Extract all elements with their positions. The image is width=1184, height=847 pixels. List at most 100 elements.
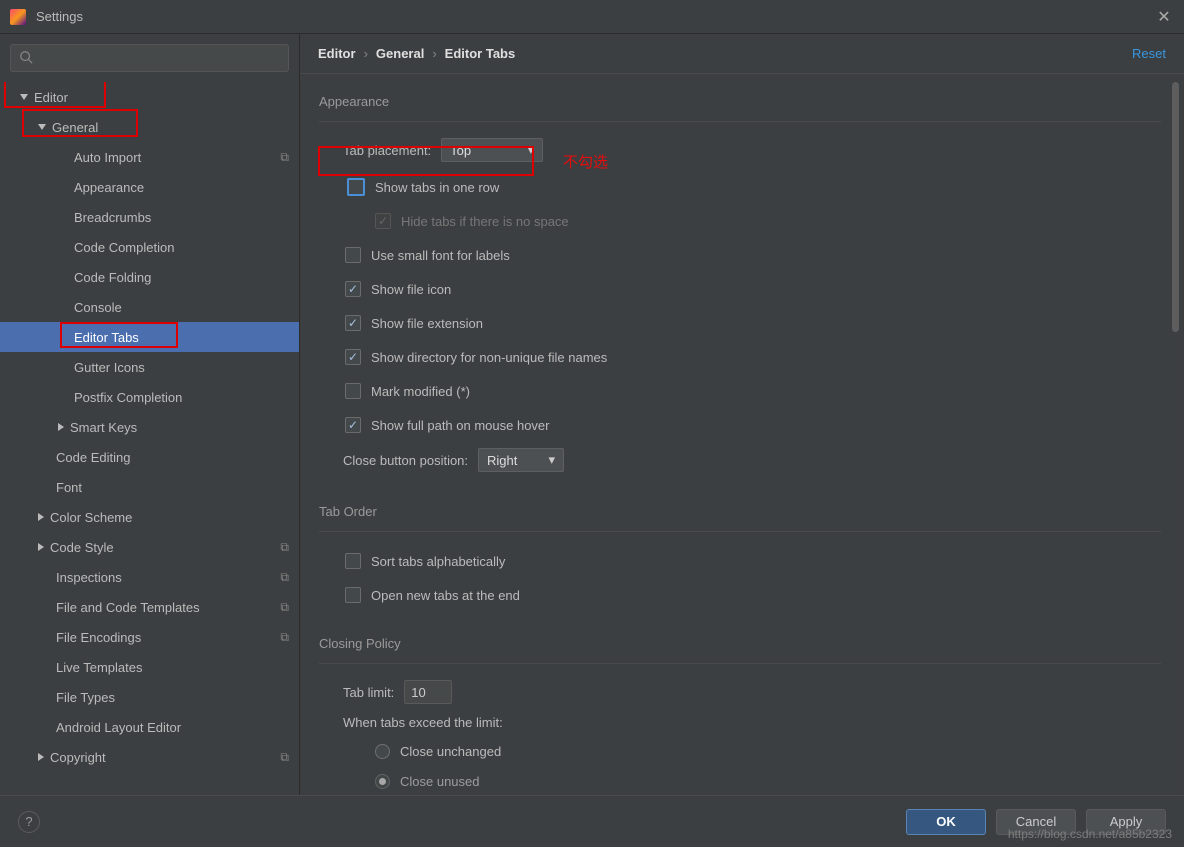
tree-item-code-folding[interactable]: Code Folding xyxy=(0,262,299,292)
settings-scroll: Appearance Tab placement: Top ▾ 不勾选 Show… xyxy=(300,74,1184,795)
tree-item-copyright[interactable]: Copyright ⧉ xyxy=(0,742,299,772)
ok-button[interactable]: OK xyxy=(906,809,986,835)
breadcrumb-separator: › xyxy=(432,46,436,61)
tree-item-file-encodings[interactable]: File Encodings ⧉ xyxy=(0,622,299,652)
search-field[interactable] xyxy=(39,51,280,66)
tree-item-postfix-completion[interactable]: Postfix Completion xyxy=(0,382,299,412)
tab-placement-select[interactable]: Top ▾ xyxy=(441,138,543,162)
close-button-position-select[interactable]: Right ▾ xyxy=(478,448,564,472)
checkbox-mark-modified[interactable] xyxy=(345,383,361,399)
tree-label: Postfix Completion xyxy=(74,390,289,405)
tree-item-file-and-code-templates[interactable]: File and Code Templates ⧉ xyxy=(0,592,299,622)
label-show-tabs-one-row: Show tabs in one row xyxy=(375,180,499,195)
copy-icon: ⧉ xyxy=(280,630,289,645)
tree-item-color-scheme[interactable]: Color Scheme xyxy=(0,502,299,532)
copy-icon: ⧉ xyxy=(280,750,289,765)
section-appearance: Appearance xyxy=(319,94,1161,109)
tree-item-smart-keys[interactable]: Smart Keys xyxy=(0,412,299,442)
tree-item-code-editing[interactable]: Code Editing xyxy=(0,442,299,472)
chevron-down-icon xyxy=(38,124,46,130)
search-input[interactable] xyxy=(10,44,289,72)
copy-icon: ⧉ xyxy=(280,600,289,615)
label-hide-tabs-no-space: Hide tabs if there is no space xyxy=(401,214,569,229)
tree-label: General xyxy=(52,120,289,135)
tab-limit-input[interactable] xyxy=(404,680,452,704)
chevron-down-icon: ▾ xyxy=(549,452,556,468)
chevron-right-icon xyxy=(38,753,44,761)
help-button[interactable]: ? xyxy=(18,811,40,833)
tree-label: Font xyxy=(56,480,289,495)
tree-label: Android Layout Editor xyxy=(56,720,289,735)
tree-label: Auto Import xyxy=(74,150,280,165)
tree-label: Editor xyxy=(34,90,289,105)
checkbox-hide-tabs-no-space xyxy=(375,213,391,229)
label-use-small-font: Use small font for labels xyxy=(371,248,510,263)
breadcrumb: Editor › General › Editor Tabs Reset xyxy=(300,34,1184,74)
divider xyxy=(319,121,1161,122)
checkbox-use-small-font[interactable] xyxy=(345,247,361,263)
tab-limit-label: Tab limit: xyxy=(343,685,394,700)
chevron-down-icon xyxy=(20,94,28,100)
tree-item-console[interactable]: Console xyxy=(0,292,299,322)
tabs-exceed-label: When tabs exceed the limit: xyxy=(343,715,503,730)
tree-item-code-completion[interactable]: Code Completion xyxy=(0,232,299,262)
copy-icon: ⧉ xyxy=(280,540,289,555)
checkbox-show-full-path-hover[interactable] xyxy=(345,417,361,433)
tree-label: Live Templates xyxy=(56,660,289,675)
tree-item-editor-tabs[interactable]: Editor Tabs xyxy=(0,322,299,352)
copy-icon: ⧉ xyxy=(280,150,289,165)
close-icon[interactable]: ✕ xyxy=(1154,7,1174,27)
chevron-down-icon: ▾ xyxy=(528,142,535,158)
checkbox-show-dir-nonunique[interactable] xyxy=(345,349,361,365)
tree-item-auto-import[interactable]: Auto Import ⧉ xyxy=(0,142,299,172)
settings-tree: Editor General Auto Import ⧉ Appearance … xyxy=(0,82,299,795)
tree-label: Code Completion xyxy=(74,240,289,255)
tree-label: Code Style xyxy=(50,540,280,555)
tree-item-live-templates[interactable]: Live Templates xyxy=(0,652,299,682)
breadcrumb-editor-tabs: Editor Tabs xyxy=(445,46,516,61)
close-button-position-value: Right xyxy=(487,453,517,468)
tree-label: Gutter Icons xyxy=(74,360,289,375)
tree-item-breadcrumbs[interactable]: Breadcrumbs xyxy=(0,202,299,232)
checkbox-open-new-end[interactable] xyxy=(345,587,361,603)
close-button-position-label: Close button position: xyxy=(343,453,468,468)
tree-item-gutter-icons[interactable]: Gutter Icons xyxy=(0,352,299,382)
app-icon xyxy=(10,9,26,25)
label-show-dir-nonunique: Show directory for non-unique file names xyxy=(371,350,607,365)
section-closing-policy: Closing Policy xyxy=(319,636,1161,651)
label-show-full-path-hover: Show full path on mouse hover xyxy=(371,418,550,433)
tree-item-appearance[interactable]: Appearance xyxy=(0,172,299,202)
radio-close-unused[interactable] xyxy=(375,774,390,789)
tree-label: File Encodings xyxy=(56,630,280,645)
tree-label: Breadcrumbs xyxy=(74,210,289,225)
annotation-text-dont-check: 不勾选 xyxy=(563,151,608,172)
tree-item-inspections[interactable]: Inspections ⧉ xyxy=(0,562,299,592)
checkbox-show-tabs-one-row[interactable] xyxy=(347,178,365,196)
tree-item-editor[interactable]: Editor xyxy=(0,82,299,112)
tree-item-code-style[interactable]: Code Style ⧉ xyxy=(0,532,299,562)
tree-item-file-types[interactable]: File Types xyxy=(0,682,299,712)
tree-label: Appearance xyxy=(74,180,289,195)
tree-label: File Types xyxy=(56,690,289,705)
tree-item-general[interactable]: General xyxy=(0,112,299,142)
tree-item-font[interactable]: Font xyxy=(0,472,299,502)
tree-label: File and Code Templates xyxy=(56,600,280,615)
reset-link[interactable]: Reset xyxy=(1132,46,1166,61)
vertical-scrollbar[interactable] xyxy=(1172,82,1179,786)
chevron-right-icon xyxy=(38,513,44,521)
checkbox-show-file-icon[interactable] xyxy=(345,281,361,297)
label-close-unused: Close unused xyxy=(400,774,480,789)
label-show-file-icon: Show file icon xyxy=(371,282,451,297)
chevron-right-icon xyxy=(38,543,44,551)
tree-label: Editor Tabs xyxy=(74,330,289,345)
radio-close-unchanged[interactable] xyxy=(375,744,390,759)
checkbox-sort-alpha[interactable] xyxy=(345,553,361,569)
tree-label: Console xyxy=(74,300,289,315)
checkbox-show-file-extension[interactable] xyxy=(345,315,361,331)
breadcrumb-editor[interactable]: Editor xyxy=(318,46,356,61)
breadcrumb-general[interactable]: General xyxy=(376,46,424,61)
window-title: Settings xyxy=(36,9,83,24)
tree-item-android-layout-editor[interactable]: Android Layout Editor xyxy=(0,712,299,742)
label-open-new-end: Open new tabs at the end xyxy=(371,588,520,603)
tree-label: Color Scheme xyxy=(50,510,289,525)
